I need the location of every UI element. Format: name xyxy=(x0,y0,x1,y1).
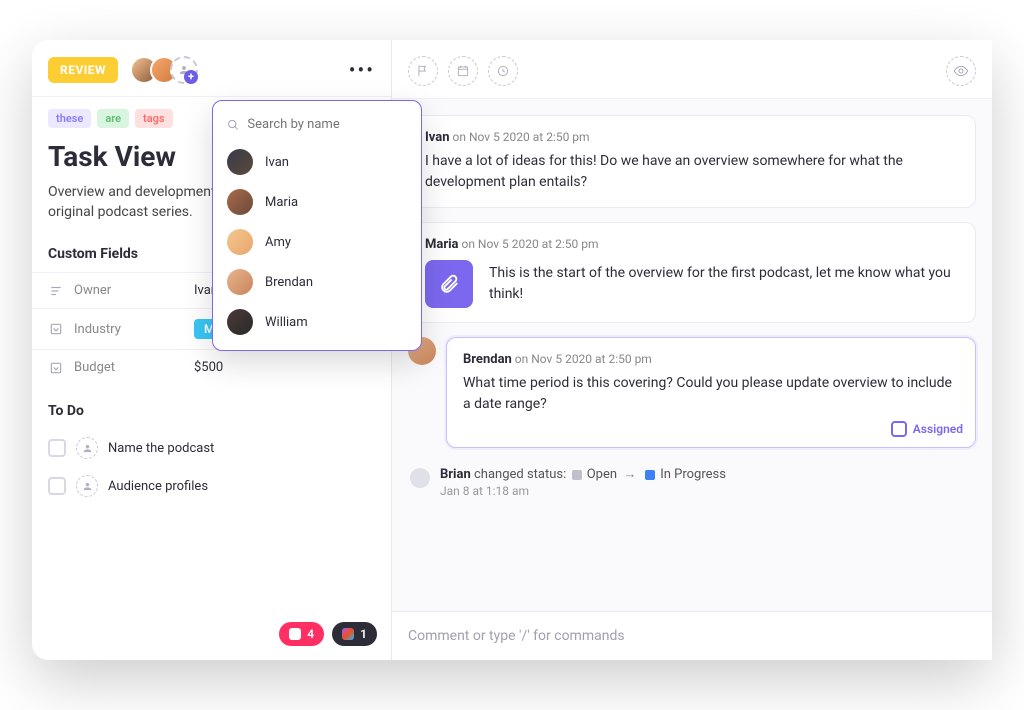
status-to-chip xyxy=(645,470,655,480)
person-icon xyxy=(178,64,190,76)
flag-button[interactable] xyxy=(408,56,438,86)
attachment-row: This is the start of the overview for th… xyxy=(425,260,959,308)
tag[interactable]: these xyxy=(48,109,91,128)
activity-action: changed status: xyxy=(474,467,566,482)
field-label: Budget xyxy=(74,360,194,375)
comment-with-avatar: Brendan on Nov 5 2020 at 2:50 pm What ti… xyxy=(408,337,976,448)
people-option[interactable]: William xyxy=(213,302,421,342)
avatar xyxy=(410,468,430,488)
dropdown-icon xyxy=(48,322,64,336)
assign-person-icon[interactable] xyxy=(76,475,98,497)
people-option[interactable]: Amy xyxy=(213,222,421,262)
todo-item[interactable]: Name the podcast xyxy=(32,429,391,467)
clock-icon xyxy=(496,64,510,78)
attachment-icon[interactable] xyxy=(425,260,473,308)
comment[interactable]: Ivan on Nov 5 2020 at 2:50 pm I have a l… xyxy=(408,115,976,208)
person-name: Amy xyxy=(265,235,291,250)
more-menu-button[interactable]: ••• xyxy=(349,58,375,82)
field-label: Industry xyxy=(74,322,194,337)
person-name: Brendan xyxy=(265,275,313,290)
status-to: In Progress xyxy=(660,467,726,482)
eye-icon xyxy=(953,63,969,79)
add-assignee-button[interactable] xyxy=(170,56,198,84)
comment-timestamp: on Nov 5 2020 at 2:50 pm xyxy=(453,130,590,144)
person-name: Maria xyxy=(265,195,298,210)
invision-count: 4 xyxy=(307,627,314,641)
comment-body: I have a lot of ideas for this! Do we ha… xyxy=(425,151,959,193)
checkbox[interactable] xyxy=(48,477,66,495)
figma-icon xyxy=(342,628,354,640)
calendar-icon xyxy=(456,64,470,78)
assigned-chip[interactable]: Assigned xyxy=(891,421,963,437)
todo-label: Audience profiles xyxy=(108,479,208,494)
comment-body: What time period is this covering? Could… xyxy=(463,373,959,415)
composer-placeholder: Comment or type '/' for commands xyxy=(408,628,976,644)
assigned-label: Assigned xyxy=(913,422,963,436)
date-button[interactable] xyxy=(448,56,478,86)
status-from: Open xyxy=(587,467,617,482)
avatar xyxy=(227,229,253,255)
people-search-input[interactable] xyxy=(247,117,407,132)
field-label: Owner xyxy=(74,283,194,298)
comment-header: Ivan on Nov 5 2020 at 2:50 pm xyxy=(425,130,959,145)
time-button[interactable] xyxy=(488,56,518,86)
comment-header: Maria on Nov 5 2020 at 2:50 pm xyxy=(425,237,959,252)
comment-author: Maria xyxy=(425,237,459,252)
invision-pill[interactable]: 4 xyxy=(279,622,324,646)
todo-label: Name the podcast xyxy=(108,441,214,456)
people-option[interactable]: Maria xyxy=(213,182,421,222)
person-name: Ivan xyxy=(265,155,289,170)
text-icon xyxy=(48,284,64,298)
watch-button[interactable] xyxy=(946,56,976,86)
assignee-avatars xyxy=(130,56,198,84)
activity-actor: Brian xyxy=(440,467,471,482)
comment-body: This is the start of the overview for th… xyxy=(489,263,959,305)
status-from-chip xyxy=(572,470,582,480)
comment-author: Ivan xyxy=(425,130,450,145)
people-option[interactable]: Ivan xyxy=(213,142,421,182)
activity-text: Brian changed status: Open → In Progress xyxy=(440,466,726,482)
comment-composer[interactable]: Comment or type '/' for commands xyxy=(392,611,992,660)
comment-timestamp: on Nov 5 2020 at 2:50 pm xyxy=(461,237,598,251)
figma-pill[interactable]: 1 xyxy=(332,622,377,646)
figma-count: 1 xyxy=(360,627,367,641)
avatar xyxy=(227,269,253,295)
checkbox-icon xyxy=(891,421,907,437)
status-badge[interactable]: REVIEW xyxy=(48,57,118,83)
activity-timestamp: Jan 8 at 1:18 am xyxy=(440,484,726,498)
left-topbar: REVIEW ••• xyxy=(32,40,391,96)
field-budget: Budget $500 xyxy=(32,349,391,385)
people-dropdown: Ivan Maria Amy Brendan William xyxy=(212,100,422,351)
person-name: William xyxy=(265,315,308,330)
todo-item[interactable]: Audience profiles xyxy=(32,467,391,505)
comment-header: Brendan on Nov 5 2020 at 2:50 pm xyxy=(463,352,959,367)
comment-assigned[interactable]: Brendan on Nov 5 2020 at 2:50 pm What ti… xyxy=(446,337,976,448)
invision-icon xyxy=(289,628,301,640)
field-value[interactable]: $500 xyxy=(194,360,223,375)
avatar xyxy=(227,189,253,215)
activity-event: Brian changed status: Open → In Progress… xyxy=(408,462,976,502)
right-topbar xyxy=(392,40,992,99)
people-option[interactable]: Brendan xyxy=(213,262,421,302)
comment-timestamp: on Nov 5 2020 at 2:50 pm xyxy=(515,352,652,366)
comment-feed: Ivan on Nov 5 2020 at 2:50 pm I have a l… xyxy=(392,99,992,611)
tag[interactable]: are xyxy=(97,109,129,128)
people-search-row xyxy=(213,109,421,142)
task-detail-pane: REVIEW ••• Ivan Maria Amy Brendan Willia… xyxy=(32,40,392,660)
checkbox[interactable] xyxy=(48,439,66,457)
dropdown-icon xyxy=(48,361,64,375)
avatar xyxy=(227,149,253,175)
assign-person-icon[interactable] xyxy=(76,437,98,459)
activity-pane: Ivan on Nov 5 2020 at 2:50 pm I have a l… xyxy=(392,40,992,660)
tag[interactable]: tags xyxy=(135,109,173,128)
integration-pills: 4 1 xyxy=(279,622,377,646)
arrow-icon: → xyxy=(620,467,639,482)
avatar xyxy=(227,309,253,335)
todo-heading: To Do xyxy=(32,399,391,429)
flag-icon xyxy=(416,64,430,78)
comment[interactable]: Maria on Nov 5 2020 at 2:50 pm This is t… xyxy=(408,222,976,323)
comment-author: Brendan xyxy=(463,352,512,367)
app-window: REVIEW ••• Ivan Maria Amy Brendan Willia… xyxy=(32,40,992,660)
search-icon xyxy=(227,118,239,132)
